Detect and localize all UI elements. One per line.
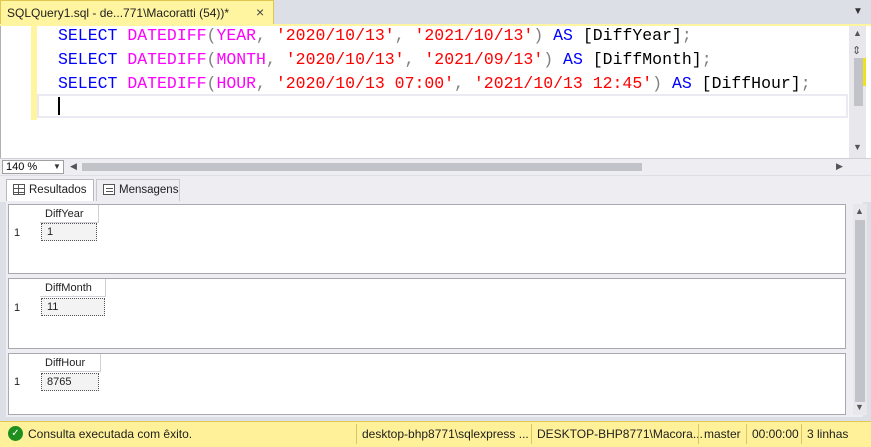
code-token: ; xyxy=(701,50,712,69)
row-number[interactable]: 1 xyxy=(14,376,20,388)
code-token: ( xyxy=(206,74,217,93)
code-token: AS xyxy=(553,26,583,45)
status-bar: ✓ Consulta executada com êxito. desktop-… xyxy=(0,421,871,447)
code-token: [DiffMonth] xyxy=(592,50,702,69)
result-grid-1[interactable]: DiffYear 1 1 xyxy=(8,204,846,274)
success-check-icon: ✓ xyxy=(8,426,23,441)
dropdown-arrow-icon[interactable]: ▼ xyxy=(853,6,863,17)
code-token: '2020/10/13 07:00' xyxy=(275,74,455,93)
results-pane: DiffYear 1 1 DiffMonth 1 11 DiffHour 1 8… xyxy=(6,202,867,417)
code-token: '2020/10/13' xyxy=(285,50,405,69)
status-rows: 3 linhas xyxy=(807,427,849,441)
editor-horizontal-bar: 140 % ▼ ◀ ▶ xyxy=(0,158,871,175)
code-token: HOUR xyxy=(216,74,257,93)
scroll-down-arrow-icon[interactable]: ▼ xyxy=(855,402,864,412)
code-token: , xyxy=(394,26,415,45)
tab-results-label: Resultados xyxy=(29,184,87,196)
code-token: '2021/09/13' xyxy=(424,50,544,69)
code-token: ; xyxy=(800,74,811,93)
code-token: ; xyxy=(681,26,692,45)
messages-icon xyxy=(103,184,115,195)
results-scroll-thumb[interactable] xyxy=(855,220,865,402)
code-token: SELECT xyxy=(58,26,128,45)
status-login: DESKTOP-BHP8771\Macora... xyxy=(537,427,703,441)
results-tab-strip: Resultados Mensagens xyxy=(0,176,871,202)
horizontal-scroll-thumb[interactable] xyxy=(82,163,642,171)
status-separator xyxy=(698,424,699,444)
code-token: AS xyxy=(671,74,702,93)
scroll-up-arrow-icon[interactable]: ▲ xyxy=(853,28,862,38)
code-token: , xyxy=(256,74,276,93)
row-number[interactable]: 1 xyxy=(14,302,20,314)
code-token: ) xyxy=(543,50,564,69)
code-token: , xyxy=(256,26,276,45)
code-line-2[interactable]: SELECT DATEDIFF(MONTH, '2020/10/13', '20… xyxy=(58,50,712,69)
scroll-right-arrow-icon[interactable]: ▶ xyxy=(836,161,843,172)
tab-title: SQLQuery1.sql - de...771\Macoratti (54))… xyxy=(7,6,230,20)
code-line-1[interactable]: SELECT DATEDIFF(YEAR, '2020/10/13', '202… xyxy=(58,26,692,45)
tab-messages-label: Mensagens xyxy=(119,184,179,196)
code-token: ( xyxy=(206,50,217,69)
document-tab-strip: SQLQuery1.sql - de...771\Macoratti (54))… xyxy=(0,0,871,26)
code-token: '2021/10/13 12:45' xyxy=(473,74,653,93)
code-token: SELECT xyxy=(58,50,128,69)
code-token: ) xyxy=(652,74,672,93)
code-token: SELECT xyxy=(58,74,128,93)
code-token: ) xyxy=(533,26,554,45)
column-header[interactable]: DiffMonth xyxy=(40,279,106,297)
query-editor[interactable]: SELECT DATEDIFF(YEAR, '2020/10/13', '202… xyxy=(0,26,871,158)
editor-scroll-thumb[interactable] xyxy=(854,58,863,106)
status-message: Consulta executada com êxito. xyxy=(28,427,193,441)
code-token: , xyxy=(404,50,425,69)
code-token: DATEDIFF xyxy=(127,50,207,69)
status-server: desktop-bhp8771\sqlexpress ... xyxy=(362,427,529,441)
code-token: ( xyxy=(206,26,217,45)
zoom-value: 140 % xyxy=(6,161,38,173)
result-grid-2[interactable]: DiffMonth 1 11 xyxy=(8,278,846,349)
column-header[interactable]: DiffYear xyxy=(40,205,99,223)
code-token: YEAR xyxy=(216,26,257,45)
code-token: [DiffHour] xyxy=(701,74,801,93)
close-icon[interactable]: × xyxy=(256,4,264,20)
row-number[interactable]: 1 xyxy=(14,227,20,239)
tab-messages[interactable]: Mensagens xyxy=(96,179,180,201)
tab-sqlquery1[interactable]: SQLQuery1.sql - de...771\Macoratti (54))… xyxy=(0,0,274,24)
code-token: MONTH xyxy=(216,50,266,69)
status-elapsed: 00:00:00 xyxy=(752,427,799,441)
code-token: [DiffYear] xyxy=(582,26,682,45)
code-token: AS xyxy=(563,50,593,69)
text-caret xyxy=(58,97,60,115)
result-cell[interactable]: 8765 xyxy=(41,373,99,391)
current-line-highlight[interactable] xyxy=(37,94,848,118)
results-grid-icon xyxy=(13,184,25,195)
code-line-3[interactable]: SELECT DATEDIFF(HOUR, '2020/10/13 07:00'… xyxy=(58,74,811,93)
status-separator xyxy=(801,424,802,444)
scroll-up-arrow-icon[interactable]: ▲ xyxy=(855,206,864,216)
code-token: , xyxy=(454,74,474,93)
result-cell[interactable]: 11 xyxy=(41,298,105,316)
result-cell[interactable]: 1 xyxy=(41,223,97,241)
tab-results[interactable]: Resultados xyxy=(6,179,94,201)
split-icon[interactable]: ⇕ xyxy=(852,44,861,57)
status-separator xyxy=(356,424,357,444)
code-token: , xyxy=(265,50,286,69)
status-database: master xyxy=(704,427,741,441)
code-token: '2021/10/13' xyxy=(414,26,534,45)
scroll-down-arrow-icon[interactable]: ▼ xyxy=(853,142,862,152)
code-token: '2020/10/13' xyxy=(275,26,395,45)
code-token: DATEDIFF xyxy=(127,74,207,93)
result-grid-3[interactable]: DiffHour 1 8765 xyxy=(8,353,846,415)
scroll-change-marker xyxy=(863,58,866,86)
chevron-down-icon[interactable]: ▼ xyxy=(53,162,61,171)
status-separator xyxy=(746,424,747,444)
code-token: DATEDIFF xyxy=(127,26,207,45)
status-separator xyxy=(531,424,532,444)
column-header[interactable]: DiffHour xyxy=(40,354,101,372)
scroll-left-arrow-icon[interactable]: ◀ xyxy=(70,161,77,172)
